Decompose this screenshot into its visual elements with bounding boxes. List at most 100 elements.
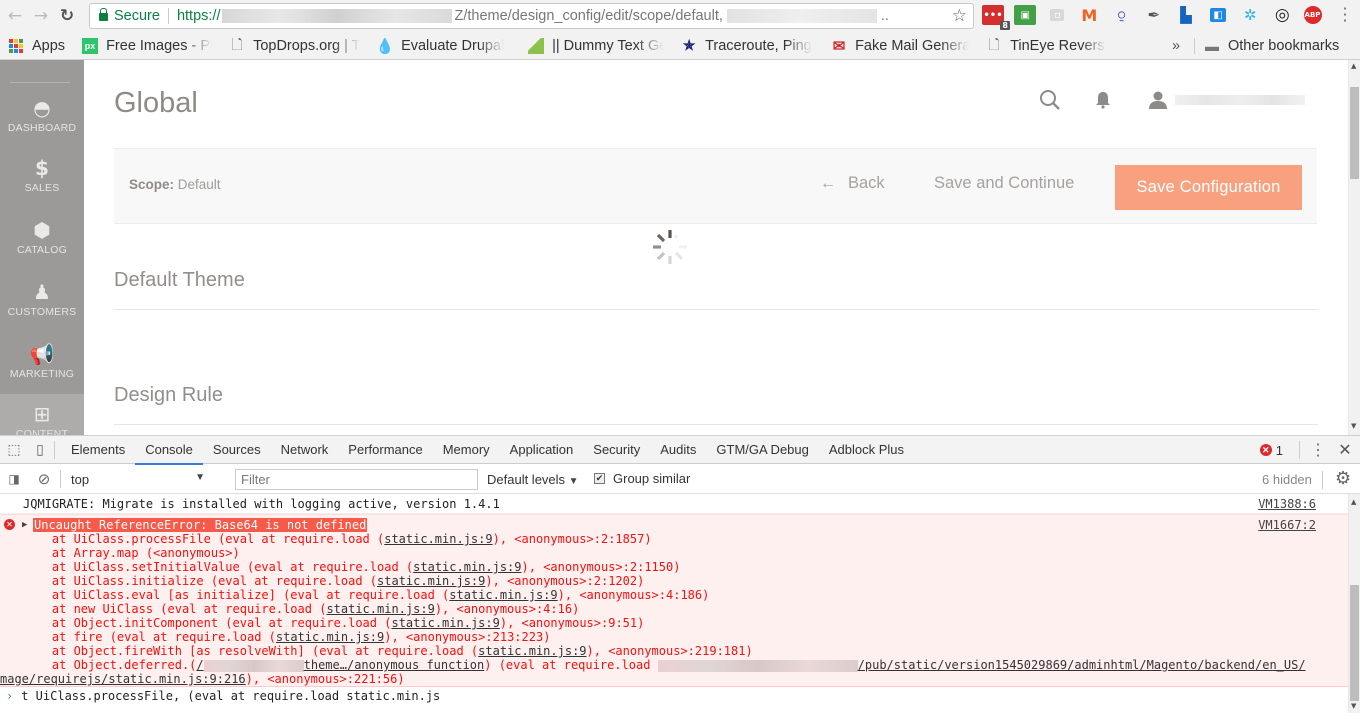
log-levels-select[interactable]: Default levels ▼ [487, 472, 579, 487]
source-link[interactable]: VM1388:6 [1258, 497, 1316, 511]
link-chain-extension-icon[interactable]: ◎ [1271, 5, 1293, 25]
section-design-rule[interactable]: Design Rule [114, 384, 223, 407]
section-default-theme[interactable]: Default Theme [114, 269, 245, 292]
tab-performance[interactable]: Performance [338, 436, 432, 464]
stack-source-link[interactable]: theme…/anonymous function [304, 658, 485, 672]
bookmark-evaluate-drupal[interactable]: 💧 Evaluate Drupal [377, 38, 511, 54]
admin-menu: ◓ DASHBOARD $ SALES ⬢ CATALOG ♟ CUSTOMER… [0, 60, 84, 435]
stack-frame: at new UiClass (eval at require.load (st… [23, 602, 1306, 616]
stack-source-link[interactable]: static.min.js:9 [478, 644, 586, 658]
devtools-panel: ⬚ ▯ Elements Console Sources Network Per… [0, 435, 1360, 713]
menu-item-customers[interactable]: ♟ CUSTOMERS [0, 280, 84, 342]
magento-extension-icon[interactable]: M [1078, 5, 1100, 25]
menu-item-dashboard[interactable]: ◓ DASHBOARD [0, 96, 84, 158]
tab-security[interactable]: Security [583, 436, 650, 464]
stack-source-link[interactable]: / [196, 658, 203, 672]
tab-gtm-ga-debug[interactable]: GTM/GA Debug [706, 436, 818, 464]
grey-extension-icon[interactable]: ▫ [1050, 9, 1065, 21]
console-prompt[interactable]: › t UiClass.processFile, (eval at require… [0, 689, 440, 703]
scroll-up-arrow-icon[interactable]: ▲ [1351, 62, 1356, 70]
save-and-continue-button[interactable]: Save and Continue [934, 174, 1074, 193]
stack-source-link[interactable]: mage/requirejs/static.min.js:9:216 [0, 672, 246, 686]
menu-item-catalog[interactable]: ⬢ CATALOG [0, 218, 84, 280]
url-scheme: https:// [176, 8, 221, 24]
notifications-bell-icon[interactable] [1093, 89, 1113, 111]
console-scrollbar-thumb[interactable] [1350, 585, 1359, 701]
error-stack-trace: at UiClass.processFile (eval at require.… [0, 532, 1306, 686]
stack-source-link[interactable]: static.min.js:9 [377, 574, 485, 588]
device-toolbar-icon[interactable]: ▯ [26, 436, 54, 464]
stack-frame: at UiClass.setInitialValue (eval at requ… [23, 560, 1306, 574]
scroll-up-arrow-icon[interactable]: ▲ [1351, 498, 1356, 506]
bookmark-apps[interactable]: Apps [8, 38, 65, 54]
tab-memory[interactable]: Memory [433, 436, 500, 464]
save-configuration-button[interactable]: Save Configuration [1115, 165, 1302, 210]
error-count-icon[interactable]: ✕ [1259, 444, 1272, 456]
tab-application[interactable]: Application [500, 436, 584, 464]
device-extension-icon[interactable]: ▙ [1175, 5, 1197, 25]
inspect-element-icon[interactable]: ⬚ [0, 436, 28, 464]
tab-audits[interactable]: Audits [650, 436, 706, 464]
lock-icon [99, 8, 108, 21]
stack-source-link[interactable]: static.min.js:9 [413, 560, 521, 574]
checkbox-checked-icon[interactable]: ✔ [594, 473, 605, 484]
clear-console-icon[interactable]: ⊘ [30, 465, 58, 493]
stack-source-link[interactable]: static.min.js:9 [384, 532, 492, 546]
tab-console[interactable]: Console [135, 436, 203, 465]
stack-source-link[interactable]: static.min.js:9 [326, 602, 434, 616]
context-select[interactable]: top ▼ [61, 472, 209, 487]
person-icon: ♟ [33, 280, 51, 304]
reload-icon[interactable]: ↻ [56, 5, 78, 27]
bookmark-traceroute[interactable]: ✯ Traceroute, Ping [681, 38, 814, 54]
stack-source-link[interactable]: static.min.js:9 [276, 630, 384, 644]
console-settings-gear-icon[interactable]: ⚙ [1335, 468, 1351, 489]
bug-extension-icon[interactable]: ✲ [1239, 5, 1261, 25]
expand-triangle-icon[interactable]: ▶ [22, 518, 27, 532]
bookmark-fake-mail[interactable]: ✉ Fake Mail Genera [831, 38, 969, 54]
bookmark-tineye[interactable]: 🗋 TinEye Reverse Ir [986, 38, 1106, 54]
console-sidebar-icon[interactable]: ◨ [0, 465, 28, 493]
close-devtools-icon[interactable]: ✕ [1330, 440, 1360, 460]
user-account-icon[interactable] [1147, 89, 1169, 111]
group-similar-checkbox[interactable]: ✔ Group similar [594, 471, 690, 486]
bookmark-topdrops[interactable]: 🗋 TopDrops.org | T [229, 38, 360, 54]
stack-frame-text: at Object.deferred.( [23, 658, 197, 672]
lastpass-extension-icon[interactable]: ••• 8 [982, 5, 1010, 30]
tab-elements[interactable]: Elements [61, 436, 135, 464]
ruler-extension-icon[interactable]: ⍜ [1111, 5, 1133, 25]
tab-sources[interactable]: Sources [203, 436, 271, 464]
stack-source-link[interactable]: static.min.js:9 [449, 588, 557, 602]
back-button[interactable]: ← Back [820, 174, 885, 193]
devtools-tabbar: ⬚ ▯ Elements Console Sources Network Per… [0, 436, 1360, 465]
user-name-redacted[interactable] [1175, 95, 1305, 105]
console-scrollbar[interactable]: ▲ ▼ [1348, 494, 1360, 713]
adblock-plus-extension-icon[interactable]: ABP [1303, 6, 1322, 24]
page-scrollbar-thumb[interactable] [1350, 87, 1359, 179]
console-filter-input[interactable] [235, 469, 478, 490]
source-link[interactable]: VM1667:2 [1258, 518, 1316, 532]
back-arrow-icon[interactable]: ← [4, 5, 26, 27]
tab-network[interactable]: Network [271, 436, 339, 464]
browser-menu-icon[interactable]: · · · [1342, 1, 1348, 29]
menu-item-content[interactable]: ⊞ CONTENT [0, 394, 84, 435]
bookmark-other-bookmarks[interactable]: ▬ Other bookmarks [1204, 38, 1339, 54]
address-bar[interactable]: Secure https:// Z/theme/design_config/ed… [89, 3, 974, 29]
tag-assistant-extension-icon[interactable]: ◧ [1210, 8, 1227, 22]
forward-arrow-icon[interactable]: → [30, 5, 52, 27]
bookmark-dummy-text[interactable]: || Dummy Text Ge [528, 37, 664, 54]
scroll-down-arrow-icon[interactable]: ▼ [1351, 422, 1356, 430]
bookmark-star-icon[interactable]: ☆ [952, 6, 967, 26]
bookmark-free-images[interactable]: px Free Images - Pix [82, 37, 212, 54]
stack-source-link[interactable]: static.min.js:9 [391, 616, 499, 630]
menu-item-sales[interactable]: $ SALES [0, 156, 84, 218]
color-picker-extension-icon[interactable]: ✒ [1143, 5, 1165, 25]
devtools-menu-icon[interactable]: ⋮ [1306, 440, 1330, 460]
bookmarks-overflow-button[interactable]: » [1172, 38, 1180, 54]
search-icon[interactable] [1038, 88, 1062, 112]
stack-source-link[interactable]: /pub/static/version1545029869/adminhtml/… [858, 658, 1306, 672]
page-scrollbar[interactable]: ▲ ▼ [1348, 60, 1360, 435]
print-friendly-extension-icon[interactable]: ▣ [1014, 5, 1037, 25]
error-count[interactable]: 1 [1276, 443, 1283, 458]
tab-adblock-plus[interactable]: Adblock Plus [819, 436, 914, 464]
scroll-down-arrow-icon[interactable]: ▼ [1351, 702, 1356, 710]
